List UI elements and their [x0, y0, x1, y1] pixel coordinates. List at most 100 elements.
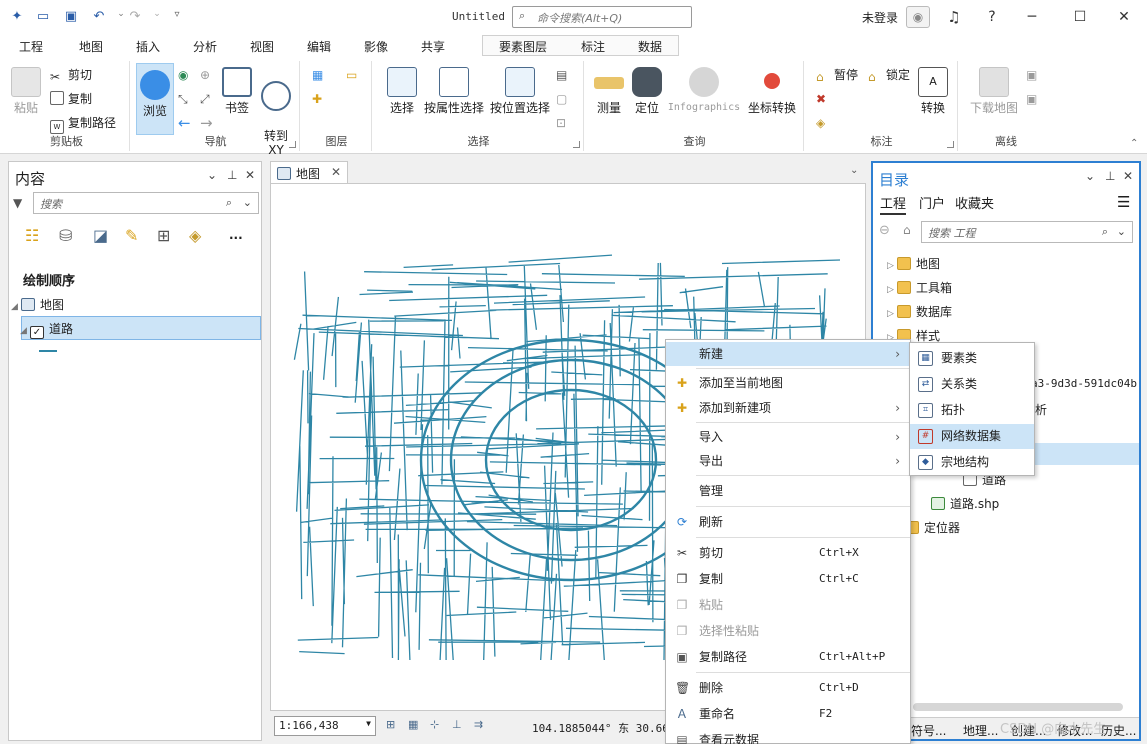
- line-symbol-swatch[interactable]: [39, 350, 57, 352]
- expand-arrow-icon[interactable]: ▷: [887, 261, 897, 271]
- new-project-icon[interactable]: ✦: [8, 9, 26, 25]
- map-view-tab[interactable]: 地图 ✕: [270, 161, 348, 183]
- grid-icon[interactable]: ⊞: [386, 718, 395, 731]
- context-menu-item[interactable]: 🗑 删除 Ctrl+D: [666, 676, 910, 700]
- submenu-item[interactable]: # 网络数据集: [910, 424, 1034, 449]
- tab-project[interactable]: 工程: [19, 38, 43, 55]
- tab-insert[interactable]: 插入: [136, 38, 160, 55]
- submenu-item[interactable]: ▦ 要素类: [910, 346, 1034, 371]
- list-by-labeling-icon[interactable]: ◈: [189, 226, 201, 245]
- pane-options-icon[interactable]: ⌄: [1085, 169, 1095, 183]
- save-icon[interactable]: ▣: [62, 9, 80, 25]
- contents-search-input[interactable]: 搜索 ⌕ ⌄: [33, 192, 259, 214]
- close-pane-icon[interactable]: ✕: [1123, 169, 1133, 183]
- context-menu-item[interactable]: 导出 ›: [666, 449, 910, 473]
- chevron-down-icon[interactable]: ▼: [366, 719, 371, 728]
- lock-labels-button[interactable]: ⌂ 锁定: [868, 65, 910, 85]
- tab-data[interactable]: 数据: [638, 38, 662, 55]
- tree-item-roads-layer[interactable]: ◢ ✓ 道路: [20, 316, 261, 340]
- tab-edit[interactable]: 编辑: [307, 38, 331, 55]
- catalog-item-maps[interactable]: ▷ 地图: [887, 255, 940, 272]
- back-icon[interactable]: ⊖: [879, 223, 890, 238]
- locate-button[interactable]: 定位: [630, 67, 664, 115]
- explore-button[interactable]: 浏览: [136, 63, 174, 135]
- pane-options-icon[interactable]: ⌄: [207, 168, 217, 182]
- sync-icon[interactable]: ▣: [1026, 65, 1037, 85]
- pause-labels-button[interactable]: ⌂ 暂停: [816, 65, 858, 85]
- chevron-down-icon[interactable]: ⌄: [1117, 225, 1126, 238]
- forward-icon[interactable]: →: [200, 113, 213, 133]
- checkbox-checked-icon[interactable]: ✓: [30, 326, 44, 339]
- submenu-item[interactable]: ⇄ 关系类: [910, 372, 1034, 397]
- add-data-icon[interactable]: ▭: [346, 65, 357, 85]
- navigate-dialog-launcher[interactable]: [289, 141, 296, 148]
- bookmarks-button[interactable]: 书签: [220, 67, 254, 115]
- catalog-item-roads-shp[interactable]: 道路.shp: [931, 495, 999, 512]
- list-by-editing-icon[interactable]: ✎: [125, 226, 138, 245]
- zoom-in-icon[interactable]: ⤡: [178, 89, 188, 109]
- catalog-tab-project[interactable]: 工程: [880, 193, 907, 215]
- notification-bell-icon[interactable]: ♫: [940, 6, 968, 28]
- bottom-tab-symbology[interactable]: 符号...: [911, 722, 946, 739]
- attributes-icon[interactable]: ▤: [556, 65, 567, 85]
- avatar-icon[interactable]: ◉: [906, 6, 930, 28]
- snapping-icon[interactable]: ⊹: [430, 718, 439, 731]
- customize-quick-access-icon[interactable]: ▿: [168, 9, 186, 25]
- list-by-source-icon[interactable]: ⛁: [59, 226, 72, 245]
- bottom-tab-geoprocessing[interactable]: 地理...: [963, 722, 998, 739]
- context-menu-item[interactable]: ✚ 添加至当前地图: [666, 371, 910, 395]
- zoom-out-icon[interactable]: ⤢: [200, 89, 210, 109]
- pin-pane-icon[interactable]: ⊥: [227, 168, 237, 182]
- tab-labeling[interactable]: 标注: [581, 38, 605, 55]
- command-search-input[interactable]: ⌕ 命令搜索(Alt+Q): [512, 6, 692, 28]
- selected-dataset-row[interactable]: [1033, 443, 1139, 465]
- open-folder-icon[interactable]: ▭: [34, 9, 52, 25]
- tab-imagery[interactable]: 影像: [364, 38, 388, 55]
- tree-item-map[interactable]: ◢ 地图: [11, 296, 64, 313]
- list-by-selection-icon[interactable]: ◪: [93, 226, 108, 245]
- view-unplaced-icon[interactable]: ✖: [816, 89, 826, 109]
- submenu-item[interactable]: ◆ 宗地结构: [910, 450, 1034, 475]
- paste-button[interactable]: 粘贴: [8, 67, 44, 115]
- context-menu-item[interactable]: ✚ 添加到新建项 ›: [666, 396, 910, 420]
- tab-map[interactable]: 地图: [79, 38, 104, 60]
- redo-dropdown-icon[interactable]: ⌄: [148, 9, 166, 25]
- close-pane-icon[interactable]: ✕: [245, 168, 255, 182]
- zoom-to-selection-icon[interactable]: ⊡: [556, 113, 566, 133]
- submenu-item[interactable]: ⌗ 拓扑: [910, 398, 1034, 423]
- labeling-dialog-launcher[interactable]: [947, 141, 954, 148]
- help-button[interactable]: ?: [978, 6, 1006, 28]
- collapse-arrow-icon[interactable]: ◢: [11, 302, 21, 312]
- table-icon[interactable]: ▦: [408, 718, 418, 731]
- list-by-drawing-order-icon[interactable]: ☷: [25, 226, 49, 248]
- close-button[interactable]: ✕: [1110, 6, 1138, 28]
- infographics-button[interactable]: Infographics: [666, 67, 742, 115]
- selection-dialog-launcher[interactable]: [573, 141, 580, 148]
- back-icon[interactable]: ←: [178, 113, 191, 133]
- constraint-icon[interactable]: ⊥: [452, 718, 462, 731]
- expand-arrow-icon[interactable]: ▷: [887, 309, 897, 319]
- catalog-item-locators[interactable]: 定位器: [905, 519, 960, 536]
- tab-view[interactable]: 视图: [250, 38, 274, 55]
- tab-share[interactable]: 共享: [421, 38, 445, 55]
- redo-icon[interactable]: ↷: [126, 9, 144, 25]
- chevron-down-icon[interactable]: ⌄: [243, 196, 252, 209]
- convert-coordinates-button[interactable]: 坐标转换: [744, 67, 800, 115]
- context-menu-item[interactable]: ⟳ 刷新: [666, 510, 910, 534]
- context-menu-item[interactable]: ▤ 查看元数据: [666, 728, 910, 744]
- more-options-button[interactable]: ...: [229, 228, 243, 242]
- context-menu-item[interactable]: ❐ 选择性粘贴: [666, 619, 910, 643]
- maximize-button[interactable]: ☐: [1066, 6, 1094, 28]
- convert-labels-button[interactable]: A 转换: [914, 67, 952, 115]
- catalog-tab-portal[interactable]: 门户: [919, 193, 945, 212]
- context-menu-item[interactable]: 管理: [666, 479, 910, 503]
- catalog-item-databases[interactable]: ▷ 数据库: [887, 303, 952, 320]
- sign-in-status[interactable]: 未登录: [862, 9, 898, 26]
- context-menu-item[interactable]: ✂ 剪切 Ctrl+X: [666, 541, 910, 565]
- download-map-button[interactable]: 下载地图: [964, 67, 1024, 115]
- context-menu-item[interactable]: 导入 ›: [666, 425, 910, 449]
- add-layer-icon[interactable]: ✚: [312, 89, 322, 109]
- select-by-attributes-button[interactable]: 按属性选择: [422, 67, 486, 115]
- home-icon[interactable]: ⌂: [903, 223, 911, 237]
- context-menu-item[interactable]: Ａ 重命名 F2: [666, 702, 910, 726]
